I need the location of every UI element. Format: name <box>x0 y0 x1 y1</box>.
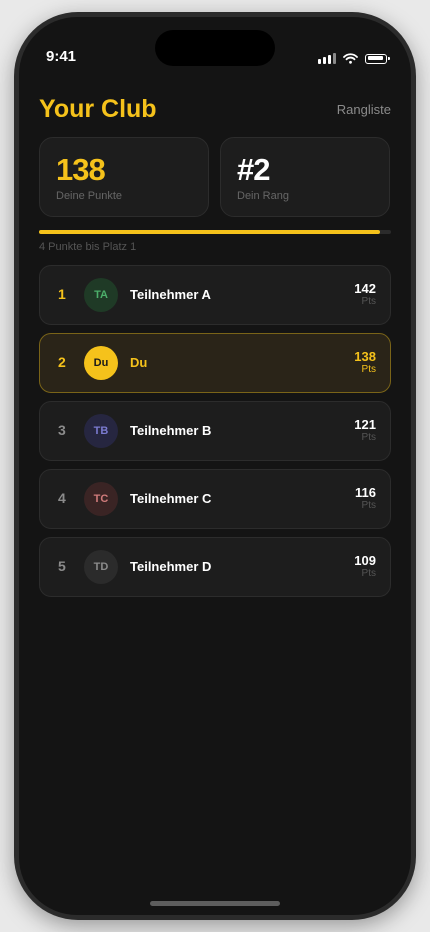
participant-name: Teilnehmer C <box>130 491 212 506</box>
points-unit: Pts <box>361 568 376 579</box>
leaderboard-row[interactable]: 1 TA Teilnehmer A 142 Pts <box>39 265 391 325</box>
avatar: TD <box>84 550 118 584</box>
rank-number: 5 <box>58 558 66 574</box>
points-block: 121 Pts <box>354 417 376 444</box>
points-number: 116 <box>355 485 376 500</box>
points-unit: Pts <box>361 432 376 443</box>
avatar: Du <box>84 346 118 380</box>
points-block: 138 Pts <box>354 349 376 376</box>
points-number: 121 <box>354 417 376 432</box>
rank-number: 4 <box>58 490 66 506</box>
leaderboard-row[interactable]: 3 TB Teilnehmer B 121 Pts <box>39 401 391 461</box>
leaderboard-row[interactable]: 2 Du Du 138 Pts <box>39 333 391 393</box>
points-value: 138 <box>56 152 106 187</box>
leaderboard-row[interactable]: 5 TD Teilnehmer D 109 Pts <box>39 537 391 597</box>
app-screen: 9:41 Your Club Rangliste 138 Deine Punkt… <box>19 17 411 915</box>
header: Your Club Rangliste <box>39 95 391 131</box>
points-number: 142 <box>354 281 376 296</box>
points-unit: Pts <box>361 364 376 375</box>
phone-frame: 9:41 Your Club Rangliste 138 Deine Punkt… <box>14 12 416 920</box>
battery-icon <box>365 53 390 64</box>
status-icons <box>318 53 390 64</box>
progress-caption: 4 Punkte bis Platz 1 <box>39 241 137 253</box>
status-time: 9:41 <box>46 48 77 65</box>
participant-name: Du <box>130 355 148 370</box>
points-unit: Pts <box>361 296 376 307</box>
rank-number: 2 <box>58 354 66 370</box>
page-title: Your Club <box>39 95 157 123</box>
rank-number: 1 <box>58 286 66 302</box>
leaderboard-list: 1 TA Teilnehmer A 142 Pts 2 Du Du 138 Pts 3 TB Teiln… <box>39 265 391 605</box>
points-label: Deine Punkte <box>56 190 123 202</box>
rank-card: #2 Dein Rang <box>220 137 390 217</box>
points-number: 109 <box>354 553 376 568</box>
points-block: 142 Pts <box>354 281 376 308</box>
wifi-icon <box>343 53 358 64</box>
progress-bar <box>39 230 391 234</box>
participant-name: Teilnehmer A <box>130 287 211 302</box>
progress-fill <box>39 230 381 234</box>
avatar: TA <box>84 278 118 312</box>
cellular-signal-icon <box>318 53 336 64</box>
avatar: TB <box>84 414 118 448</box>
points-unit: Pts <box>361 500 376 511</box>
dynamic-island <box>155 30 275 66</box>
points-card: 138 Deine Punkte <box>39 137 209 217</box>
participant-name: Teilnehmer B <box>130 423 212 438</box>
rank-number: 3 <box>58 422 66 438</box>
home-indicator[interactable] <box>150 901 280 906</box>
points-number: 138 <box>354 349 376 364</box>
rank-value: #2 <box>237 152 270 187</box>
avatar: TC <box>84 482 118 516</box>
leaderboard-link[interactable]: Rangliste <box>337 102 391 117</box>
points-block: 116 Pts <box>355 485 376 512</box>
participant-name: Teilnehmer D <box>130 559 212 574</box>
rank-label: Dein Rang <box>237 190 289 202</box>
points-block: 109 Pts <box>354 553 376 580</box>
leaderboard-row[interactable]: 4 TC Teilnehmer C 116 Pts <box>39 469 391 529</box>
